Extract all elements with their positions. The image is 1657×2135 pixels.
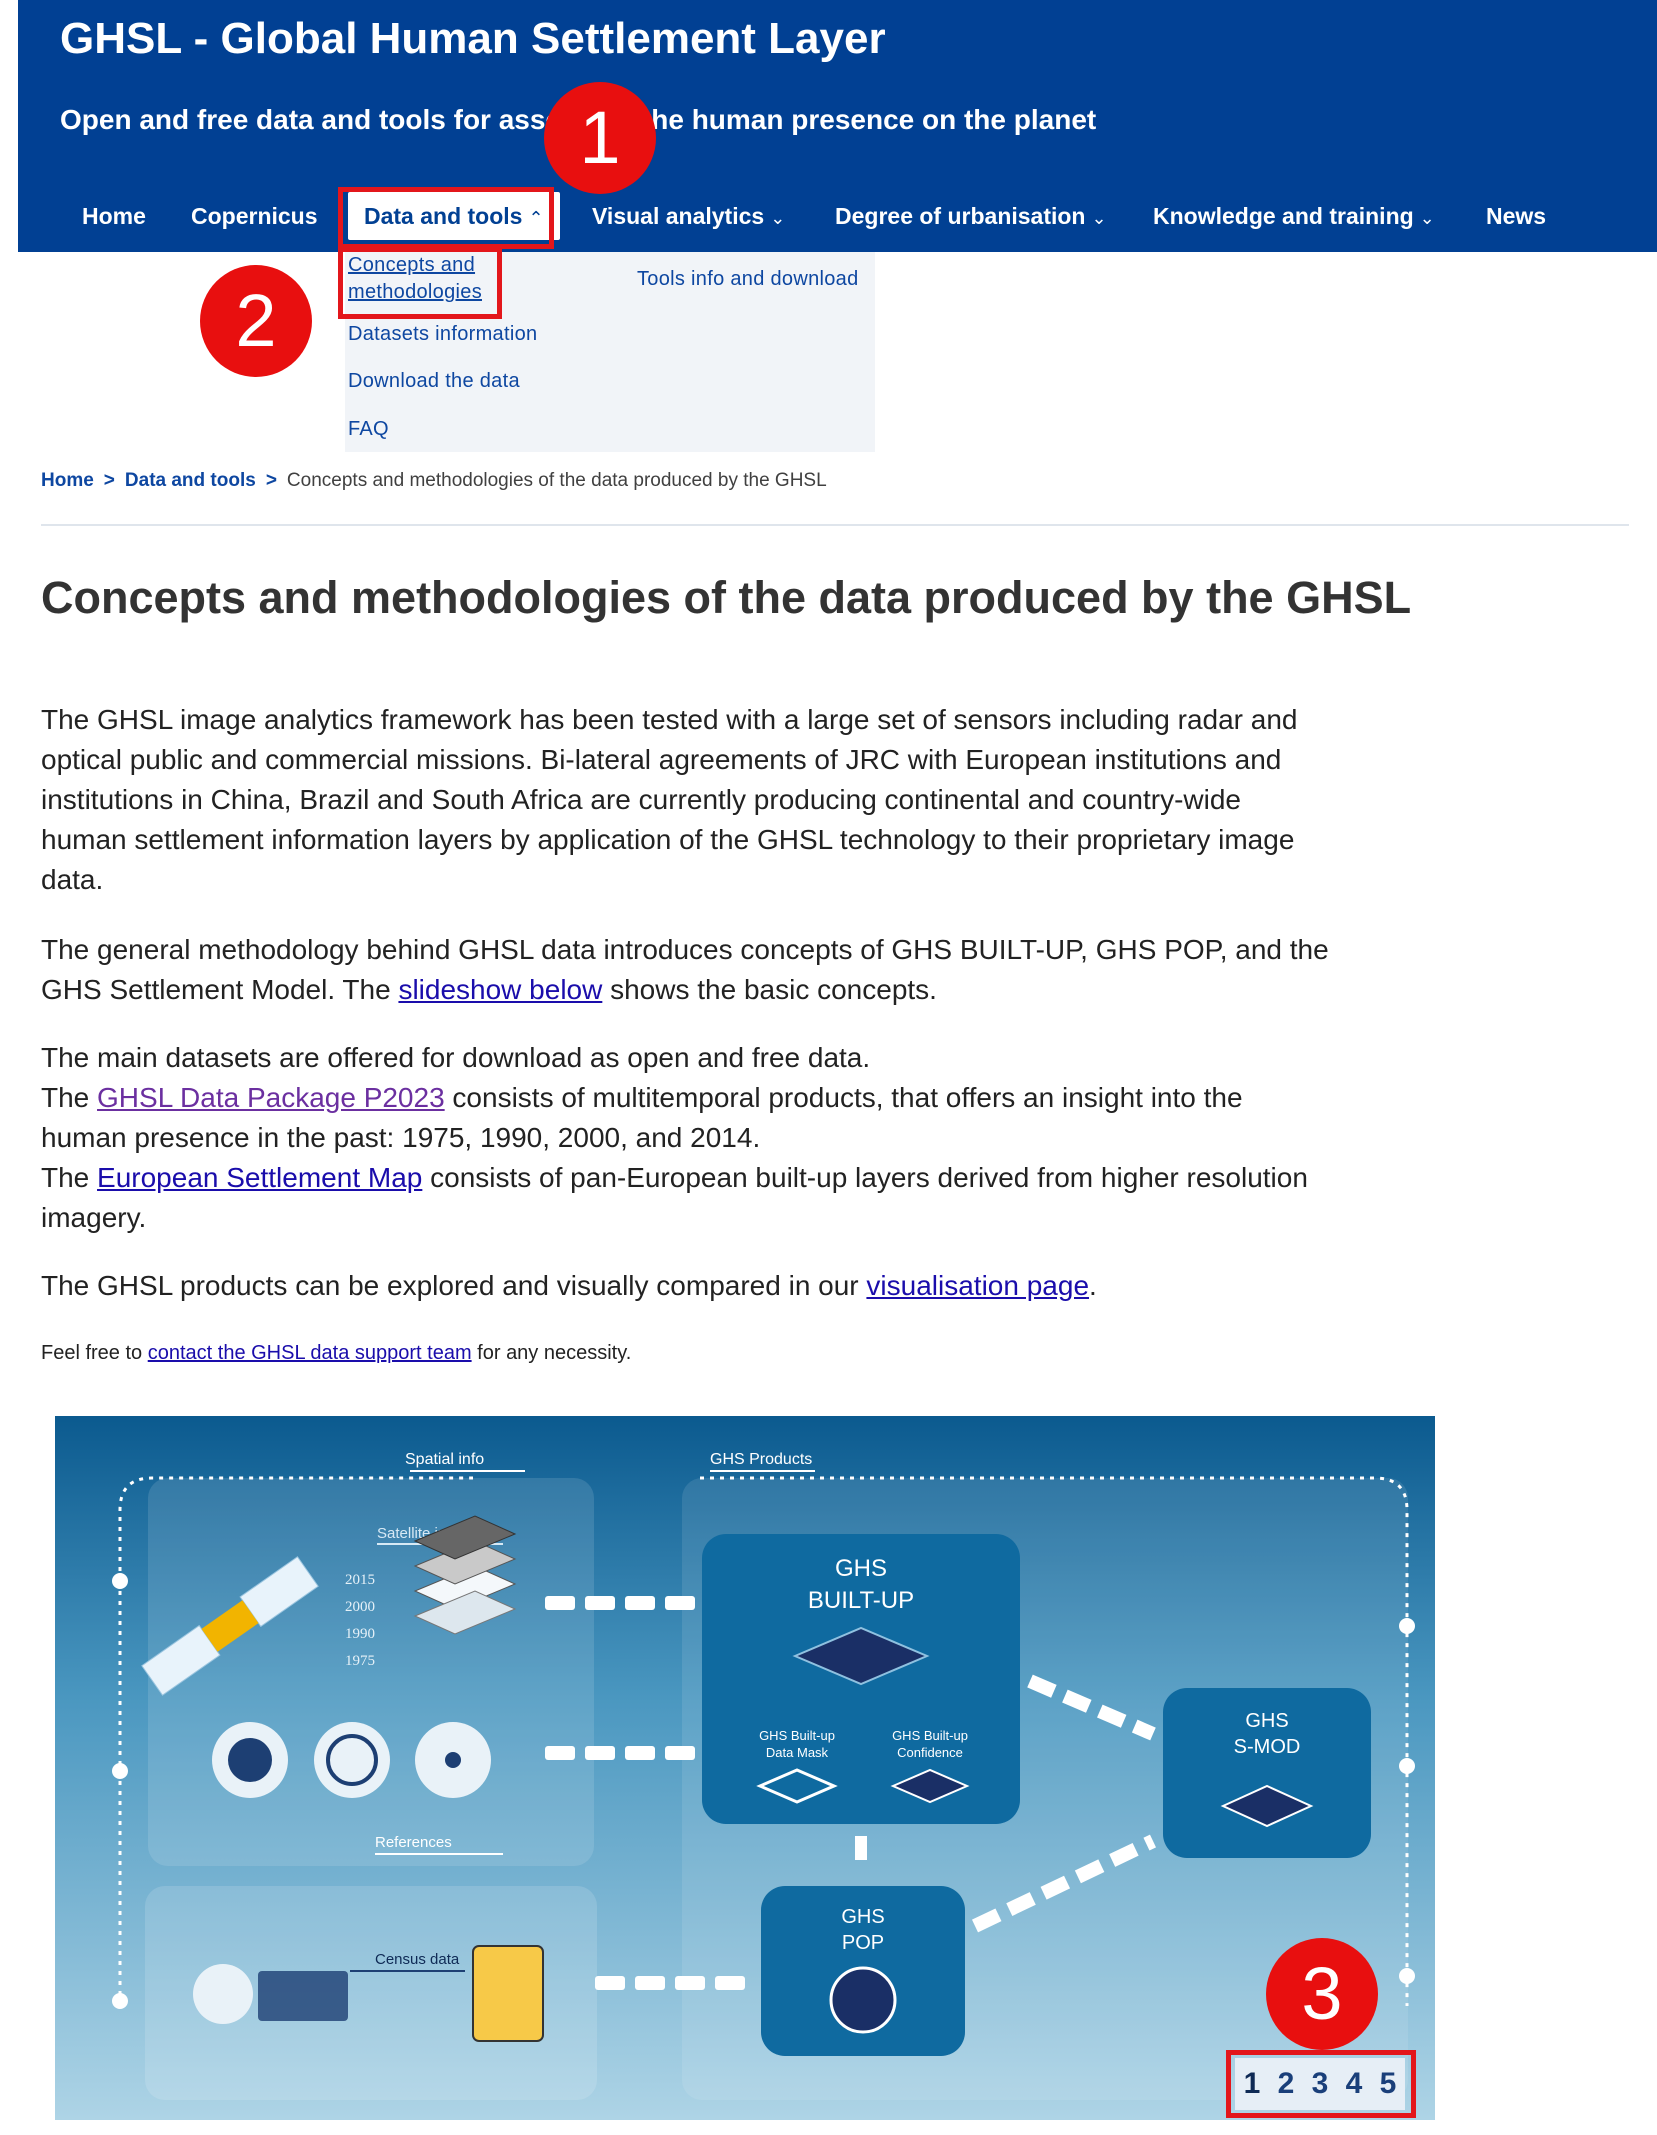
people-icon (258, 1971, 348, 2021)
intro-paragraph: The GHSL image analytics framework has b… (41, 704, 1298, 895)
menu-datasets-information[interactable]: Datasets information (348, 321, 537, 348)
text: Feel free to (41, 1342, 148, 1364)
marker-2: 2 (200, 265, 312, 377)
european-settlement-map-link[interactable]: European Settlement Map (97, 1162, 422, 1193)
nav-visual-analytics-label: Visual analytics (592, 203, 765, 229)
nav-home-label: Home (82, 203, 146, 229)
datasets-paragraph: The main datasets are offered for downlo… (41, 1038, 1331, 1238)
ghs-pop-title: POP (842, 1932, 884, 1954)
site-title[interactable]: GHSL - Global Human Settlement Layer (60, 14, 886, 64)
divider (41, 524, 1629, 526)
text: shows the basic concepts. (602, 974, 937, 1005)
menu-tools-info-and-download[interactable]: Tools info and download (637, 266, 859, 293)
text: The (41, 1162, 98, 1193)
chevron-down-icon: ⌄ (770, 208, 786, 228)
nav-knowledge-and-training-label: Knowledge and training (1153, 203, 1414, 229)
nav-knowledge-and-training[interactable]: Knowledge and training ⌄ (1153, 196, 1435, 238)
spatial-info-panel (148, 1478, 594, 1866)
globe-icon (193, 1964, 253, 2024)
confidence-label: Confidence (897, 1745, 963, 1760)
nav-visual-analytics[interactable]: Visual analytics ⌄ (592, 196, 785, 238)
text: The GHSL products can be explored and vi… (41, 1270, 867, 1301)
nav-degree-of-urbanisation[interactable]: Degree of urbanisation ⌄ (835, 196, 1107, 238)
contact-support-link[interactable]: contact the GHSL data support team (148, 1342, 472, 1364)
year-label: 2000 (345, 1599, 375, 1615)
year-label: 2015 (345, 1572, 375, 1588)
ghs-smod-title: GHS (1245, 1710, 1288, 1732)
breadcrumb: Home > Data and tools > Concepts and methodo… (41, 470, 827, 492)
site-header: GHSL - Global Human Settlement Layer Ope… (18, 0, 1657, 252)
breadcrumb-home[interactable]: Home (41, 470, 94, 491)
breadcrumb-current: Concepts and methodologies of the data p… (286, 470, 827, 491)
chevron-down-icon: ⌄ (1419, 208, 1435, 228)
highlight-box-data-and-tools (338, 187, 554, 249)
slideshow-image[interactable]: Spatial info GHS Products Satellite imag… (55, 1416, 1435, 2120)
text: The (41, 1082, 98, 1113)
nav-copernicus-label: Copernicus (191, 203, 318, 229)
text: for any necessity. (471, 1342, 632, 1364)
menu-faq[interactable]: FAQ (348, 416, 389, 443)
text: The main datasets are offered for downlo… (41, 1042, 871, 1073)
nav-copernicus[interactable]: Copernicus (191, 196, 318, 236)
nav-degree-of-urbanisation-label: Degree of urbanisation (835, 203, 1086, 229)
highlight-box-concepts-menu (338, 247, 502, 319)
clipboard-icon (472, 1945, 544, 2042)
breadcrumb-data-and-tools[interactable]: Data and tools (125, 470, 256, 491)
visualisation-paragraph: The GHSL products can be explored and vi… (41, 1266, 1331, 1306)
chevron-down-icon: ⌄ (1091, 208, 1107, 228)
ghsl-concept-diagram: Spatial info GHS Products Satellite imag… (112, 1451, 1415, 2100)
references-label: References (375, 1834, 452, 1851)
census-data-label: Census data (375, 1951, 460, 1968)
breadcrumb-separator: > (265, 470, 277, 491)
ghs-products-label: GHS Products (710, 1451, 812, 1468)
year-label: 1990 (345, 1626, 375, 1642)
data-mask-label: GHS Built-up (759, 1728, 835, 1743)
data-mask-label: Data Mask (766, 1745, 829, 1760)
text: . (1089, 1270, 1097, 1301)
ghs-built-up-title: GHS (835, 1555, 887, 1582)
globe-icon (314, 1722, 390, 1798)
grid-dots-icon (212, 1722, 288, 1798)
spatial-info-label: Spatial info (405, 1451, 484, 1468)
ghs-built-up-title: BUILT-UP (808, 1587, 914, 1614)
menu-download-the-data[interactable]: Download the data (348, 368, 520, 395)
nav-home[interactable]: Home (82, 196, 146, 236)
slideshow-link[interactable]: slideshow below (398, 974, 602, 1005)
ghsl-data-package-link[interactable]: GHSL Data Package P2023 (97, 1082, 445, 1113)
page-title: Concepts and methodologies of the data p… (41, 572, 1412, 623)
nav-news[interactable]: News (1486, 196, 1546, 236)
marker-3: 3 (1266, 1938, 1378, 2050)
network-icon (415, 1722, 491, 1798)
main-nav: Home Copernicus Data and tools ⌃ Visual a… (18, 192, 1657, 240)
people-icon (829, 1966, 897, 2034)
nav-news-label: News (1486, 203, 1547, 229)
ghs-pop-title: GHS (841, 1906, 884, 1928)
methodology-paragraph: The general methodology behind GHSL data… (41, 930, 1331, 1010)
visualisation-page-link[interactable]: visualisation page (866, 1270, 1089, 1301)
confidence-label: GHS Built-up (892, 1728, 968, 1743)
year-label: 1975 (345, 1653, 375, 1669)
ghs-smod-title: S-MOD (1234, 1736, 1301, 1758)
breadcrumb-separator: > (103, 470, 115, 491)
support-note: Feel free to contact the GHSL data suppo… (41, 1342, 631, 1365)
marker-1: 1 (544, 82, 656, 194)
highlight-box-pager (1226, 2050, 1416, 2118)
